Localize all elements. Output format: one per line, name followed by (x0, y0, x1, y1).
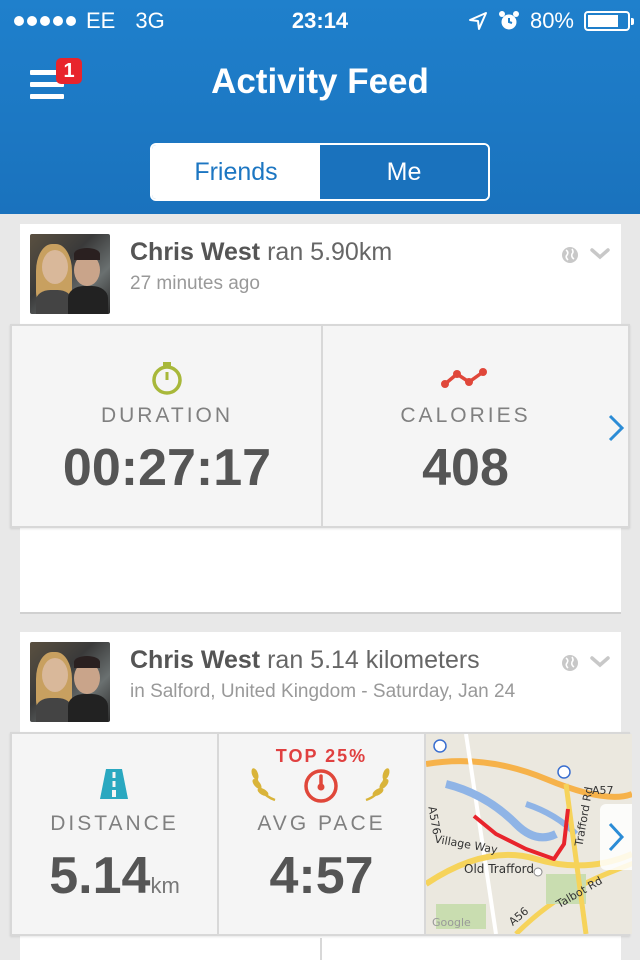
battery-icon (584, 11, 634, 31)
chevron-right-icon (608, 822, 625, 852)
status-bar: EE 3G 23:14 80% (0, 0, 640, 40)
activity-stats-panel[interactable]: DURATION 00:27:17 CALORIES 408 (10, 324, 630, 528)
stat-calories: CALORIES 408 (323, 326, 608, 526)
activity-summary: ran 5.14 kilometers (260, 646, 480, 674)
laurel-right-icon (365, 768, 390, 802)
chevron-right-icon[interactable] (604, 398, 628, 458)
map-next-button[interactable] (600, 804, 632, 870)
activity-location-date: in Salford, United Kingdom - Saturday, J… (130, 681, 516, 702)
activity-headline: Chris West ran 5.90km (130, 238, 392, 267)
page-title: Activity Feed (211, 62, 429, 101)
calories-trend-icon (441, 368, 487, 388)
globe-icon (562, 655, 578, 671)
stat-label: CALORIES (400, 404, 531, 427)
avatar[interactable] (30, 234, 110, 314)
chevron-down-icon[interactable] (589, 652, 611, 672)
battery-fill (588, 15, 619, 27)
stat-label: DURATION (100, 404, 234, 427)
stat-distance: DISTANCE 5.14km (12, 734, 217, 934)
stat-value: 4:57 (269, 847, 374, 905)
alarm-clock-icon (498, 11, 519, 30)
stopwatch-icon (152, 362, 182, 395)
globe-icon (562, 247, 578, 263)
speedometer-icon (304, 769, 338, 803)
tab-me[interactable]: Me (320, 145, 488, 199)
activity-stats-panel[interactable]: DISTANCE 5.14km TOP 25% AVG PACE 4:57 Vi… (10, 732, 632, 936)
app-header: EE 3G 23:14 80% 1 Activity Feed Friends … (0, 0, 640, 214)
route-map[interactable]: Village Way Old Trafford Talbot Rd Traff… (426, 734, 632, 934)
distance-value: 5.14 (49, 847, 151, 905)
feed-segment-control: Friends Me (150, 143, 490, 201)
map-label: Old Trafford (464, 862, 535, 876)
activity-time: 27 minutes ago (130, 273, 260, 294)
stat-label: AVG PACE (257, 812, 386, 835)
stat-label: DISTANCE (50, 812, 179, 835)
chevron-down-icon[interactable] (589, 244, 611, 264)
stat-value: 5.14km (12, 846, 217, 906)
map-label: A57 (592, 784, 614, 797)
battery-percent: 80% (529, 8, 574, 33)
laurel-left-icon (251, 768, 276, 802)
location-arrow-icon (468, 12, 487, 30)
activity-headline: Chris West ran 5.14 kilometers (130, 646, 515, 675)
stat-value: 00:27:17 (62, 439, 272, 497)
activity-summary: ran 5.90km (260, 238, 393, 266)
avatar[interactable] (30, 642, 110, 722)
stat-avg-pace: TOP 25% AVG PACE 4:57 (219, 734, 424, 934)
map-logo: Google (432, 916, 471, 929)
road-icon (100, 769, 128, 799)
tab-friends[interactable]: Friends (152, 145, 320, 199)
stat-duration: DURATION 00:27:17 (12, 326, 322, 526)
user-name[interactable]: Chris West (130, 238, 260, 266)
stat-value: 408 (422, 439, 509, 497)
user-name[interactable]: Chris West (130, 646, 260, 674)
distance-unit: km (150, 873, 180, 898)
next-card-divider (320, 938, 322, 960)
